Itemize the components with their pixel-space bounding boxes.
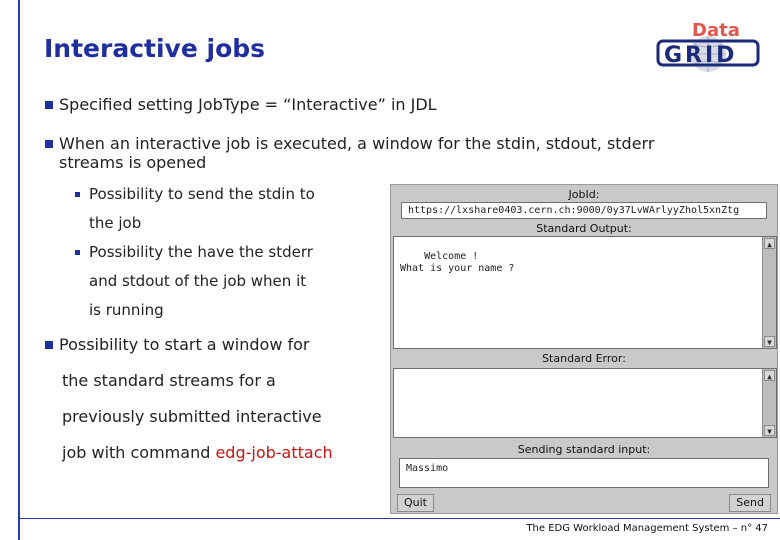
jobid-field[interactable]: https://lxshare0403.cern.ch:9000/0y37LvW… xyxy=(401,202,767,219)
sub-bullet-marker xyxy=(75,250,80,255)
bullet-interactive-line2: streams is opened xyxy=(59,153,207,172)
bullet-attach-line1: Possibility to start a window for xyxy=(59,335,310,354)
bullet-marker xyxy=(45,101,53,109)
scroll-down-icon[interactable]: ▼ xyxy=(764,336,775,347)
datagrid-logo: Data GRID xyxy=(656,20,760,72)
slide-title: Interactive jobs xyxy=(44,34,266,63)
stdout-text: Welcome ! What is your name ? xyxy=(400,251,515,274)
footer-text: The EDG Workload Management System – n° … xyxy=(526,523,768,534)
stderr-textarea[interactable]: ▲ ▼ xyxy=(393,368,777,438)
left-border-line xyxy=(18,0,20,540)
stdout-label: Standard Output: xyxy=(536,222,632,235)
sub-bullet-stderr-line2: and stdout of the job when it xyxy=(89,272,307,290)
scroll-down-icon[interactable]: ▼ xyxy=(764,425,775,436)
bullet-marker xyxy=(45,140,53,148)
command-edg-job-attach: edg-job-attach xyxy=(215,443,333,462)
sub-bullet-stdin-line1: Possibility to send the stdin to xyxy=(89,185,315,203)
bullet-interactive-line1: When an interactive job is executed, a w… xyxy=(59,134,655,153)
bullet-marker xyxy=(45,341,53,349)
sub-bullet-stdin-line2: the job xyxy=(89,214,142,232)
bullet-attach-line4: job with command edg-job-attach xyxy=(62,443,333,462)
bullet-attach-line2: the standard streams for a xyxy=(62,371,276,390)
scroll-up-icon[interactable]: ▲ xyxy=(764,238,775,249)
interactive-job-window: JobId: https://lxshare0403.cern.ch:9000/… xyxy=(390,184,778,514)
svg-text:GRID: GRID xyxy=(664,43,737,68)
svg-text:Data: Data xyxy=(692,20,740,41)
stderr-label: Standard Error: xyxy=(542,352,626,365)
stdin-input[interactable]: Massimo xyxy=(399,458,769,488)
jobid-label: JobId: xyxy=(568,188,600,201)
bullet-jobtype: Specified setting JobType = “Interactive… xyxy=(59,95,437,114)
stdin-label: Sending standard input: xyxy=(517,443,651,456)
footer-line xyxy=(18,518,780,519)
bullet-attach-line3: previously submitted interactive xyxy=(62,407,322,426)
stdout-textarea[interactable]: Welcome ! What is your name ? ▲ ▼ xyxy=(393,236,777,349)
sub-bullet-marker xyxy=(75,192,80,197)
stdout-scrollbar[interactable]: ▲ ▼ xyxy=(762,237,776,348)
quit-button[interactable]: Quit xyxy=(397,494,434,512)
jobtype-code: JobType = “Interactive” in JDL xyxy=(198,95,437,114)
stderr-scrollbar[interactable]: ▲ ▼ xyxy=(762,369,776,437)
sub-bullet-stderr-line3: is running xyxy=(89,301,164,319)
scroll-up-icon[interactable]: ▲ xyxy=(764,370,775,381)
sub-bullet-stderr-line1: Possibility the have the stderr xyxy=(89,243,313,261)
send-button[interactable]: Send xyxy=(729,494,771,512)
